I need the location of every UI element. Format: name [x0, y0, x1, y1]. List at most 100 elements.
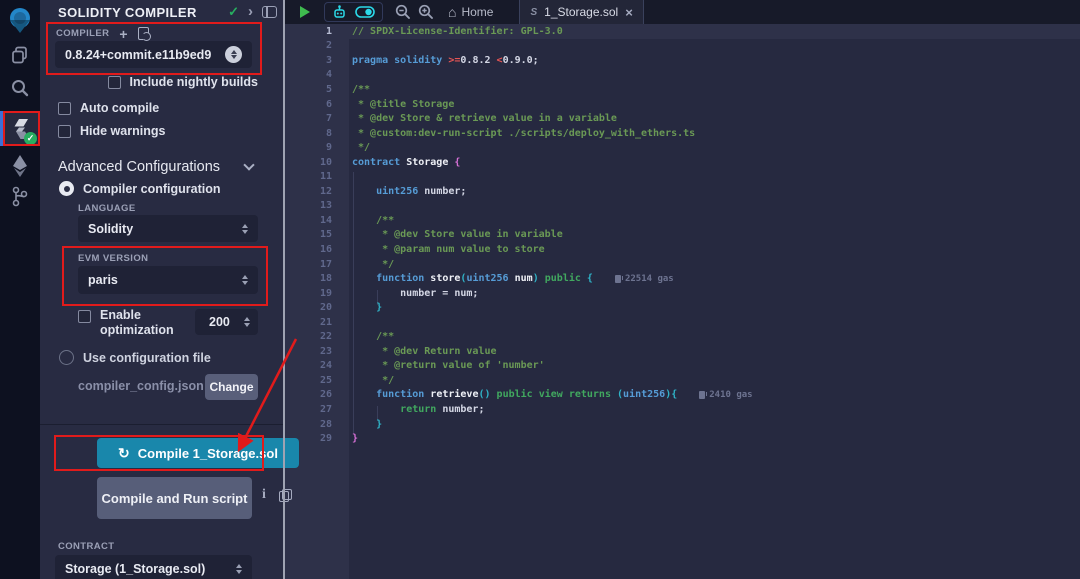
copilot-toggle-icon[interactable]	[355, 6, 375, 18]
zoom-out-button[interactable]	[395, 4, 411, 20]
code-text: uint256 number;	[352, 186, 466, 197]
zoom-out-icon	[395, 4, 411, 20]
code-line[interactable]: 20 }	[285, 300, 1080, 315]
line-number: 12	[285, 186, 332, 197]
code-text: * @param num value to store	[352, 244, 545, 255]
enable-optimization-checkbox[interactable]	[78, 310, 91, 323]
compile-button-label: Compile 1_Storage.sol	[138, 446, 278, 461]
code-lines[interactable]: 1// SPDX-License-Identifier: GPL-3.023pr…	[285, 24, 1080, 446]
line-number: 14	[285, 215, 332, 226]
line-number: 15	[285, 229, 332, 240]
sidebar-item-deploy-run[interactable]	[0, 153, 40, 178]
code-text: /**	[352, 331, 394, 342]
chevron-right-icon[interactable]: ›	[248, 7, 253, 17]
sidebar-item-search[interactable]	[0, 76, 40, 100]
code-line[interactable]: 29}	[285, 431, 1080, 446]
code-line[interactable]: 3pragma solidity >=0.8.2 <0.9.0;	[285, 53, 1080, 68]
sidebar-item-file-explorer[interactable]	[0, 44, 40, 66]
zoom-in-button[interactable]	[418, 4, 434, 20]
compile-and-run-button[interactable]: Compile and Run script	[97, 477, 252, 519]
contract-select[interactable]: Storage (1_Storage.sol)	[55, 555, 252, 579]
code-line[interactable]: 5/**	[285, 82, 1080, 97]
code-text: */	[352, 142, 370, 153]
code-line[interactable]: 1 // SPDX-License-Identifier: GPL-3.0	[285, 24, 1080, 39]
code-line[interactable]: 26 function retrieve() public view retur…	[285, 388, 1080, 403]
files-icon	[11, 46, 29, 64]
contract-label: CONTRACT	[58, 541, 115, 552]
hide-warnings-checkbox[interactable]	[58, 125, 71, 138]
code-line[interactable]: 22 /**	[285, 329, 1080, 344]
code-line[interactable]: 21	[285, 315, 1080, 330]
advanced-configurations-header[interactable]: Advanced Configurations	[58, 159, 253, 175]
code-line[interactable]: 7 * @dev Store & retrieve value in a var…	[285, 111, 1080, 126]
remix-ide: ✓ SOLIDITY COMPILER ✓ ›	[0, 0, 1080, 579]
remix-logo[interactable]	[0, 5, 40, 35]
code-line[interactable]: 23 * @dev Return value	[285, 344, 1080, 359]
code-line[interactable]: 18 function store(uint256 num) public {2…	[285, 271, 1080, 286]
code-line[interactable]: 12 uint256 number;	[285, 184, 1080, 199]
code-line[interactable]: 6 * @title Storage	[285, 97, 1080, 112]
compile-refresh-icon: ↻	[118, 445, 130, 462]
code-line[interactable]: 8 * @custom:dev-run-script ./scripts/dep…	[285, 126, 1080, 141]
code-line[interactable]: 4	[285, 68, 1080, 83]
line-number: 21	[285, 317, 332, 328]
sidebar-item-solidity-compiler[interactable]: ✓	[0, 111, 40, 146]
line-number: 20	[285, 302, 332, 313]
ai-assistant-robot-icon[interactable]	[332, 5, 347, 19]
line-number: 17	[285, 259, 332, 270]
sidebar-item-git[interactable]	[0, 184, 40, 209]
compiler-version-select[interactable]: 0.8.24+commit.e11b9ed9	[55, 41, 252, 68]
compiler-version-value: 0.8.24+commit.e11b9ed9	[65, 48, 211, 62]
auto-compile-checkbox[interactable]	[58, 102, 71, 115]
reload-compiler-icon[interactable]	[138, 27, 149, 40]
code-line[interactable]: 2	[285, 39, 1080, 54]
activity-bar: ✓	[0, 0, 40, 579]
tab-1-storage-sol[interactable]: S 1_Storage.sol ×	[519, 0, 643, 24]
version-stepper-icon[interactable]	[225, 46, 242, 63]
line-number: 27	[285, 404, 332, 415]
compiler-configuration-radio[interactable]	[59, 181, 74, 196]
editor-area: ⌂ Home S 1_Storage.sol × 1 // SPDX-Licens…	[285, 0, 1080, 579]
change-config-button[interactable]: Change	[205, 374, 258, 400]
tab-close-icon[interactable]: ×	[625, 5, 633, 20]
compile-success-badge: ✓	[24, 132, 37, 145]
evm-version-select[interactable]: paris	[78, 266, 258, 294]
code-line[interactable]: 24 * @return value of 'number'	[285, 359, 1080, 374]
nightly-builds-checkbox[interactable]	[108, 76, 121, 89]
add-compiler-icon[interactable]: +	[119, 29, 127, 39]
use-configuration-file-radio[interactable]	[59, 350, 74, 365]
code-text: * @return value of 'number'	[352, 360, 545, 371]
gas-estimate-badge[interactable]: 22514 gas	[615, 274, 674, 284]
code-line[interactable]: 28 }	[285, 417, 1080, 432]
line-number: 24	[285, 360, 332, 371]
code-line[interactable]: 17 */	[285, 257, 1080, 272]
line-number: 23	[285, 346, 332, 357]
code-line[interactable]: 19 number = num;	[285, 286, 1080, 301]
code-text: // SPDX-License-Identifier: GPL-3.0	[352, 26, 563, 37]
code-line[interactable]: 25 */	[285, 373, 1080, 388]
code-text: }	[352, 419, 382, 430]
code-text: * @dev Return value	[352, 346, 497, 357]
language-select[interactable]: Solidity	[78, 215, 258, 242]
code-line[interactable]: 27 return number;	[285, 402, 1080, 417]
code-line[interactable]: 16 * @param num value to store	[285, 242, 1080, 257]
line-number: 4	[285, 69, 332, 80]
run-script-play-button[interactable]	[300, 6, 310, 18]
gas-pump-icon	[615, 275, 621, 283]
gas-estimate-badge[interactable]: 2410 gas	[699, 390, 752, 400]
code-line[interactable]: 13	[285, 199, 1080, 214]
panel-resize-handle[interactable]	[283, 0, 285, 579]
runs-stepper-icon[interactable]	[244, 317, 250, 327]
code-line[interactable]: 9 */	[285, 140, 1080, 155]
line-number: 1	[285, 26, 332, 37]
info-icon[interactable]: i	[262, 487, 266, 503]
home-tab[interactable]: ⌂ Home	[448, 5, 493, 19]
compile-button[interactable]: ↻ Compile 1_Storage.sol	[97, 438, 299, 468]
code-line[interactable]: 10contract Storage {	[285, 155, 1080, 170]
code-line[interactable]: 11	[285, 169, 1080, 184]
optimization-runs-input[interactable]: 200	[195, 309, 258, 335]
code-line[interactable]: 14 /**	[285, 213, 1080, 228]
code-text: pragma solidity >=0.8.2 <0.9.0;	[352, 55, 539, 66]
code-line[interactable]: 15 * @dev Store value in variable	[285, 228, 1080, 243]
pin-panel-icon[interactable]	[262, 6, 277, 18]
